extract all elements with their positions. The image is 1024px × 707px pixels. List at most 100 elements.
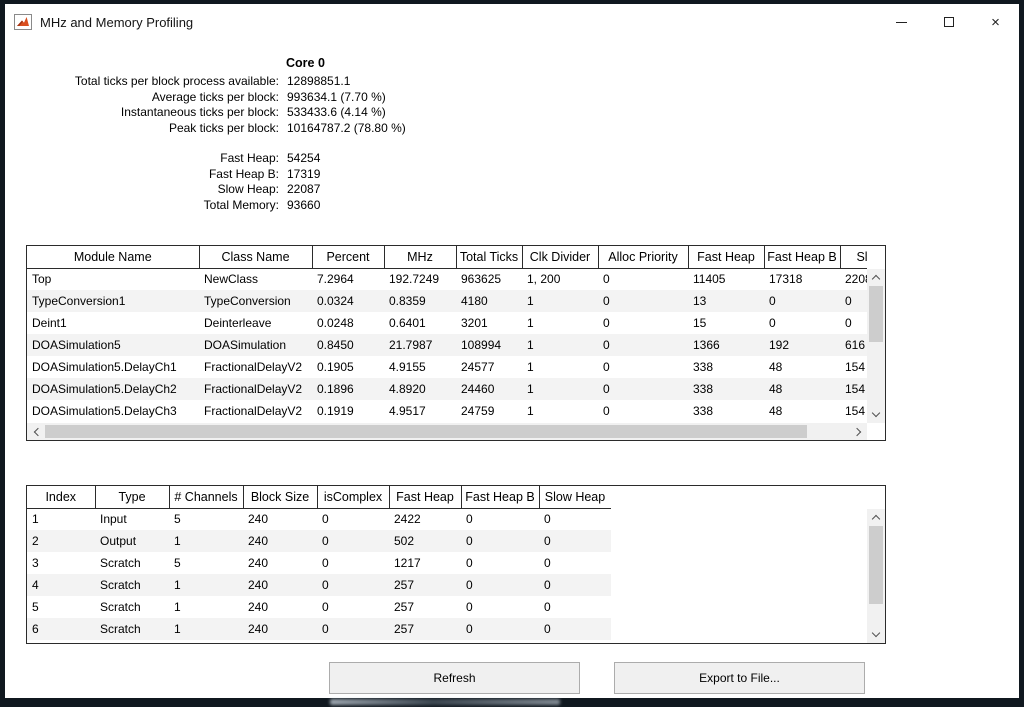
module-table: Module NameClass NamePercentMHzTotal Tic… [26, 245, 886, 441]
table-cell: 0 [598, 400, 688, 422]
table-row[interactable]: DOASimulation5.DelayCh1FractionalDelayV2… [27, 356, 867, 378]
table-cell: 5 [169, 552, 243, 574]
scroll-down-button[interactable] [867, 406, 885, 423]
table-cell: 2 [27, 530, 95, 552]
table-cell: 0 [461, 596, 539, 618]
scrollbar-track[interactable] [867, 526, 885, 626]
module-table-vertical-scrollbar[interactable] [867, 269, 885, 423]
table-cell: Output [95, 530, 169, 552]
table-cell: 0 [317, 530, 389, 552]
minimize-icon [896, 22, 907, 23]
table-cell: DOASimulation5.DelayCh3 [27, 400, 199, 422]
maximize-button[interactable] [925, 4, 972, 40]
table-cell: 192.7249 [384, 268, 456, 290]
stat-value: 12898851.1 [287, 74, 350, 90]
column-header: Slow [840, 246, 867, 268]
export-to-file-button[interactable]: Export to File... [614, 662, 865, 694]
table-cell: 963625 [456, 268, 522, 290]
scrollbar-thumb[interactable] [869, 286, 883, 342]
table-cell: 17318 [764, 268, 840, 290]
table-cell: 1 [169, 530, 243, 552]
stat-row: Peak ticks per block: 10164787.2 (78.80 … [5, 121, 406, 137]
table-cell: 1 [522, 378, 598, 400]
scrollbar-thumb[interactable] [869, 526, 883, 604]
table-cell: DOASimulation5.DelayCh1 [27, 356, 199, 378]
scroll-up-button[interactable] [867, 269, 885, 286]
table-cell: 1 [522, 356, 598, 378]
table-row[interactable]: TypeConversion1TypeConversion0.03240.835… [27, 290, 867, 312]
table-cell: 0 [317, 618, 389, 640]
chevron-up-icon [872, 515, 880, 523]
close-button[interactable]: × [972, 4, 1019, 40]
table-cell: 1, 200 [522, 268, 598, 290]
scrollbar-track[interactable] [867, 286, 885, 406]
table-cell: 154 [840, 356, 867, 378]
table-row[interactable]: DOASimulation5DOASimulation0.845021.7987… [27, 334, 867, 356]
table-cell: 4.9517 [384, 400, 456, 422]
window-title: MHz and Memory Profiling [40, 15, 193, 30]
table-cell: 0 [539, 618, 611, 640]
table-cell: 1 [522, 312, 598, 334]
table-cell: 24577 [456, 356, 522, 378]
table-row[interactable]: 6Scratch1240025700 [27, 618, 611, 640]
table-cell: 0 [598, 268, 688, 290]
stat-row: Instantaneous ticks per block: 533433.6 … [5, 105, 406, 121]
table-cell: 338 [688, 378, 764, 400]
buffer-table-vertical-scrollbar[interactable] [867, 509, 885, 643]
table-cell: 1 [27, 508, 95, 530]
table-row[interactable]: 4Scratch1240025700 [27, 574, 611, 596]
table-cell: 0.6401 [384, 312, 456, 334]
scroll-right-button[interactable] [849, 423, 867, 440]
module-table-horizontal-scrollbar[interactable] [27, 423, 867, 440]
table-row[interactable]: Deint1Deinterleave0.02480.64013201101500 [27, 312, 867, 334]
table-cell: 1 [522, 290, 598, 312]
chevron-down-icon [872, 409, 880, 417]
table-cell: 13 [688, 290, 764, 312]
chevron-up-icon [872, 275, 880, 283]
table-cell: Scratch [95, 574, 169, 596]
table-cell: 0.0324 [312, 290, 384, 312]
scroll-up-button[interactable] [867, 509, 885, 526]
scrollbar-track[interactable] [45, 423, 849, 440]
table-cell: 240 [243, 508, 317, 530]
table-cell: 0 [840, 290, 867, 312]
scrollbar-thumb[interactable] [45, 425, 807, 438]
table-cell: 0 [539, 530, 611, 552]
scroll-left-button[interactable] [27, 423, 45, 440]
refresh-button[interactable]: Refresh [329, 662, 580, 694]
stat-row: Fast Heap B: 17319 [5, 167, 406, 183]
table-row[interactable]: 2Output1240050200 [27, 530, 611, 552]
table-row[interactable]: 1Input52400242200 [27, 508, 611, 530]
minimize-button[interactable] [878, 4, 925, 40]
table-cell: DOASimulation5.DelayCh2 [27, 378, 199, 400]
table-row[interactable]: DOASimulation5.DelayCh2FractionalDelayV2… [27, 378, 867, 400]
stat-row: Average ticks per block: 993634.1 (7.70 … [5, 90, 406, 106]
table-cell: 0 [840, 312, 867, 334]
table-cell: 0 [598, 356, 688, 378]
stat-label: Instantaneous ticks per block: [5, 105, 279, 121]
table-cell: NewClass [199, 268, 312, 290]
table-row[interactable]: TopNewClass7.2964192.72499636251, 200011… [27, 268, 867, 290]
table-cell: 4.8920 [384, 378, 456, 400]
table-cell: 240 [243, 574, 317, 596]
table-row[interactable]: 5Scratch1240025700 [27, 596, 611, 618]
scroll-down-button[interactable] [867, 626, 885, 643]
buffer-table: IndexType# ChannelsBlock SizeisComplexFa… [26, 485, 886, 644]
table-row[interactable]: DOASimulation5.DelayCh3FractionalDelayV2… [27, 400, 867, 422]
core-stats-panel: Core 0 Total ticks per block process ava… [5, 56, 406, 213]
table-cell: 0 [764, 290, 840, 312]
stat-value: 54254 [287, 151, 320, 167]
chevron-down-icon [872, 629, 880, 637]
table-row[interactable]: 3Scratch52400121700 [27, 552, 611, 574]
module-table-viewport: Module NameClass NamePercentMHzTotal Tic… [27, 246, 867, 423]
matlab-app-icon [14, 14, 32, 30]
table-cell: 24759 [456, 400, 522, 422]
table-cell: 0.8359 [384, 290, 456, 312]
stat-value: 17319 [287, 167, 320, 183]
table-cell: 257 [389, 618, 461, 640]
table-cell: 1 [169, 596, 243, 618]
table-cell: 0.8450 [312, 334, 384, 356]
core-header: Core 0 [286, 56, 406, 70]
table-cell: 0 [598, 290, 688, 312]
table-cell: 1 [522, 334, 598, 356]
